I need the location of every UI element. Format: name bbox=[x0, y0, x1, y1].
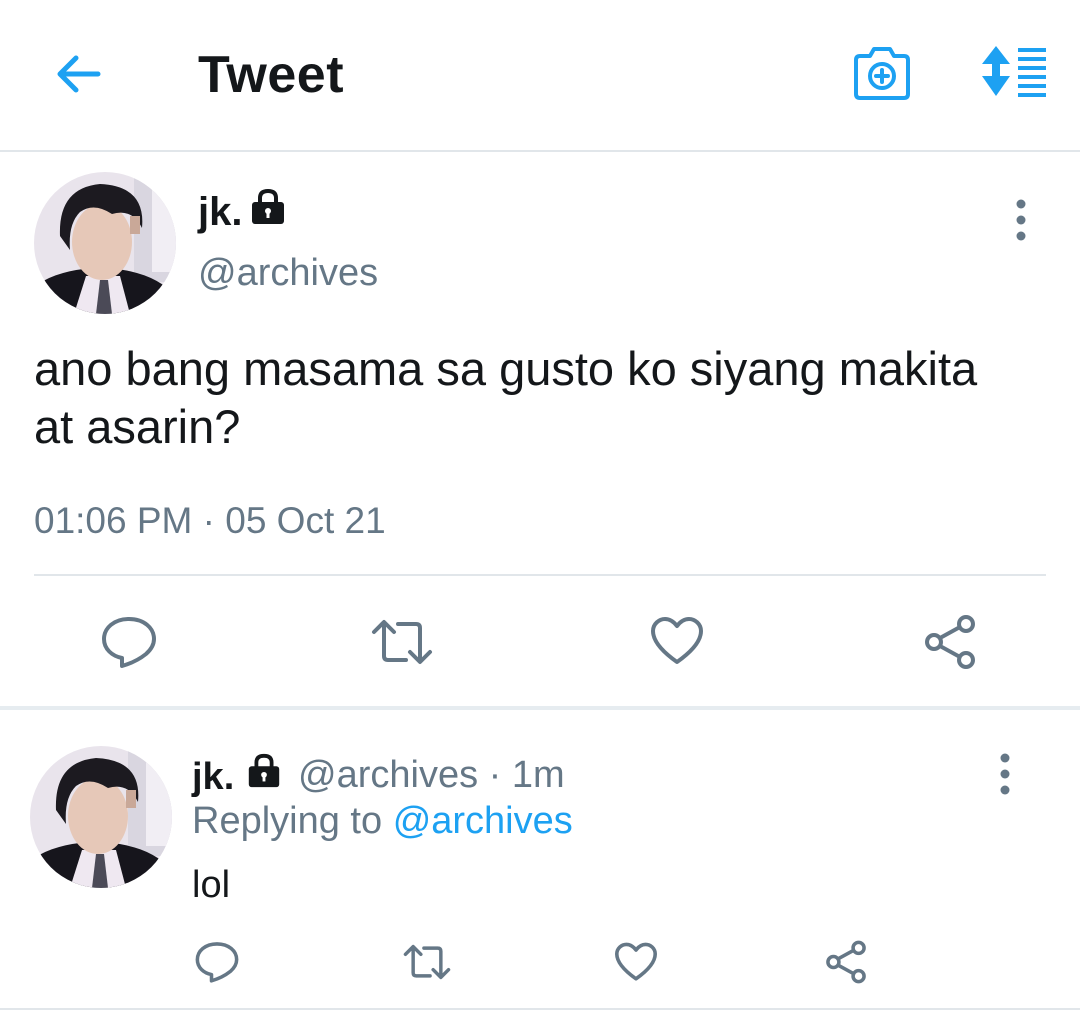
add-photo-camera-icon[interactable] bbox=[852, 44, 912, 102]
more-vertical-icon[interactable] bbox=[1006, 198, 1036, 242]
reply-author-name: jk. bbox=[192, 756, 235, 798]
back-arrow-icon[interactable] bbox=[52, 52, 104, 96]
replying-to-handle-link[interactable]: @archives bbox=[393, 800, 573, 842]
share-icon[interactable] bbox=[922, 614, 978, 670]
share-icon[interactable] bbox=[824, 940, 868, 984]
retweet-icon[interactable] bbox=[370, 616, 434, 668]
page-title: Tweet bbox=[198, 46, 345, 104]
tweet-timestamp: 01:06 PM · 05 Oct 21 bbox=[34, 500, 386, 541]
author-name: jk. bbox=[198, 190, 243, 234]
bottom-divider bbox=[0, 1008, 1080, 1010]
lock-icon bbox=[252, 188, 284, 224]
more-vertical-icon[interactable] bbox=[990, 752, 1020, 796]
section-divider bbox=[0, 706, 1080, 710]
reply-icon[interactable] bbox=[194, 940, 240, 984]
top-app-bar: Tweet bbox=[0, 0, 1080, 150]
sort-icon[interactable] bbox=[978, 44, 1048, 100]
avatar[interactable] bbox=[34, 172, 176, 314]
author-handle[interactable]: @archives bbox=[198, 252, 378, 295]
tweet-text: ano bang masama sa gusto ko siyang makit… bbox=[34, 342, 978, 453]
replying-to-label: Replying to bbox=[192, 800, 383, 842]
header-divider bbox=[0, 150, 1080, 152]
lock-icon bbox=[248, 753, 280, 788]
like-icon[interactable] bbox=[650, 616, 704, 666]
reply-text: lol bbox=[192, 864, 231, 906]
replying-to: Replying to @archives bbox=[192, 800, 573, 843]
reply-icon[interactable] bbox=[100, 614, 158, 670]
like-icon[interactable] bbox=[614, 942, 658, 982]
avatar[interactable] bbox=[30, 746, 172, 888]
tweet-divider bbox=[34, 574, 1046, 576]
retweet-icon[interactable] bbox=[402, 942, 452, 982]
reply-meta: @archives · 1m bbox=[298, 754, 565, 796]
